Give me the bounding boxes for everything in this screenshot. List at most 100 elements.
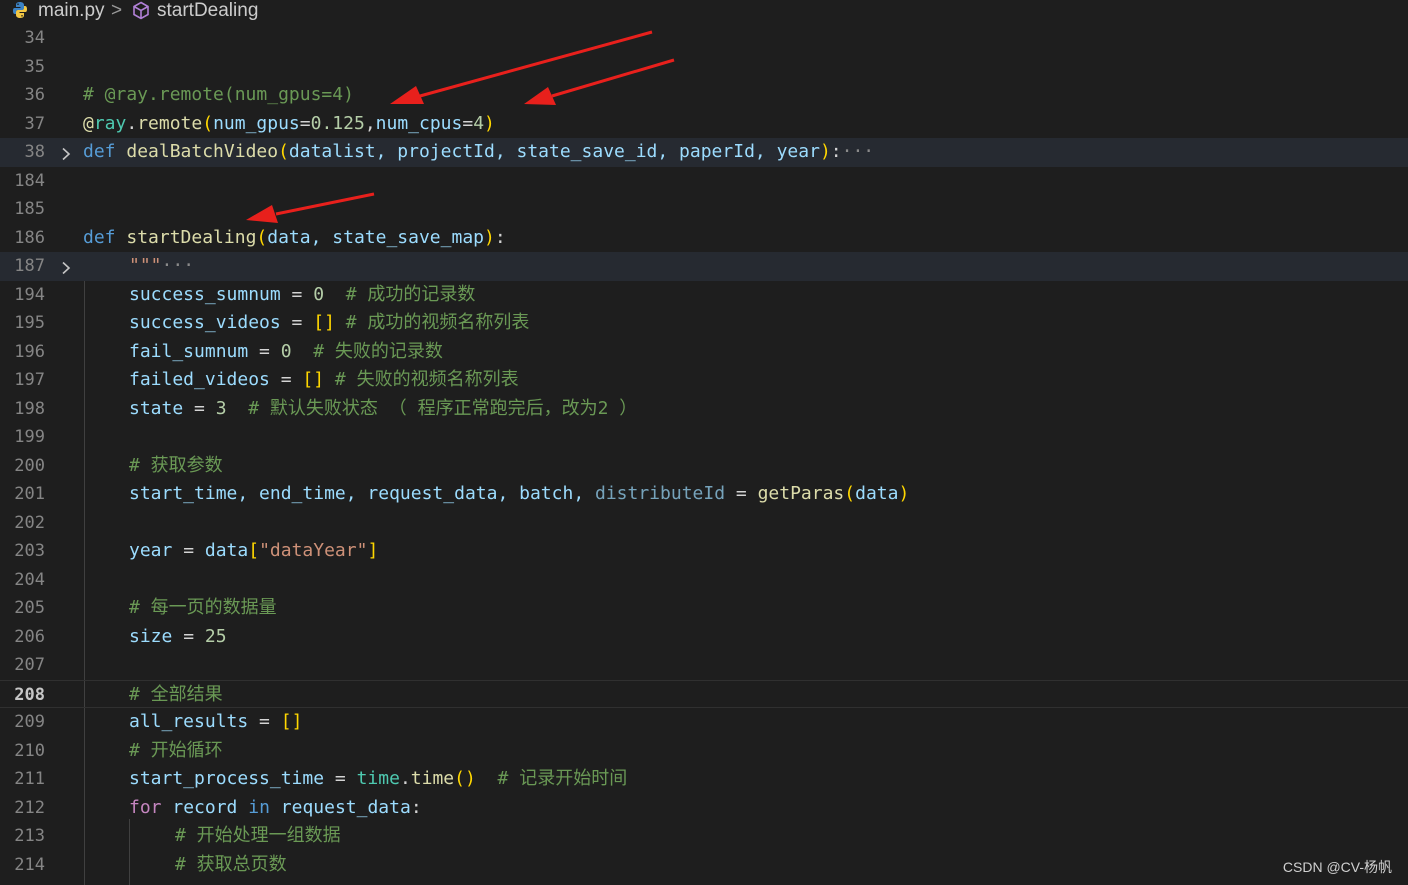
code-line: 194 success_sumnum = 0 # 成功的记录数: [0, 281, 1408, 310]
keyword: def: [83, 141, 116, 162]
breadcrumb-file[interactable]: main.py: [38, 0, 105, 23]
function-name: remote: [137, 112, 203, 134]
code-text: # 获取总页数: [175, 851, 287, 880]
bracket: ): [898, 483, 910, 504]
line-number: 214: [14, 854, 45, 875]
code-text: for record in request_data:: [129, 794, 422, 823]
code-line: 184: [0, 167, 1408, 196]
punct: :: [494, 226, 506, 248]
line-number: 209: [14, 712, 45, 732]
code-line: 186 def startDealing(data, state_save_ma…: [0, 224, 1408, 253]
current-line[interactable]: 208 # 全部结果: [0, 679, 1408, 710]
line-number: 34: [24, 28, 45, 48]
module-name: ray: [93, 112, 127, 134]
bracket: (: [256, 226, 268, 248]
code-line: 207: [0, 651, 1408, 680]
fold-chevron-icon[interactable]: [60, 146, 72, 165]
code-line: 204: [0, 566, 1408, 595]
params: data, state_save_map: [267, 226, 484, 248]
code-text: def startDealing(data, state_save_map):: [83, 224, 506, 253]
argument: data: [855, 483, 899, 504]
operator: =: [725, 483, 758, 504]
comment: # 开始循环: [129, 739, 223, 761]
code-line: 185: [0, 195, 1408, 224]
code-text: def dealBatchVideo(datalist, projectId, …: [83, 138, 874, 167]
method-cube-icon: [132, 1, 150, 26]
docstring: """: [129, 255, 162, 276]
punct: .: [399, 768, 411, 789]
code-text: """···: [129, 252, 194, 281]
folded-ellipsis[interactable]: ···: [842, 141, 875, 162]
variable: start_process_time: [129, 768, 325, 789]
comment: # 每一页的数据量: [129, 597, 277, 618]
bracket: (: [202, 112, 214, 134]
folded-ellipsis[interactable]: ···: [162, 255, 195, 276]
variable: success_sumnum: [129, 283, 281, 305]
bracket: ): [819, 141, 831, 162]
operator: =: [280, 283, 314, 305]
keyword: in: [248, 796, 270, 818]
punct: =: [462, 112, 474, 134]
line-number: 194: [14, 284, 45, 305]
line-number: 37: [24, 113, 45, 134]
line-number: 201: [14, 484, 45, 504]
line-number: 206: [14, 626, 45, 647]
function-name: time: [410, 768, 455, 789]
bracket: (: [844, 483, 856, 504]
line-number: 208: [14, 684, 45, 705]
code-text: # 全部结果: [129, 681, 223, 710]
code-line: 209 all_results = []: [0, 708, 1408, 737]
code-line: 36 # @ray.remote(num_gpus=4): [0, 81, 1408, 110]
code-line: 211 start_process_time = time.time() # 记…: [0, 765, 1408, 794]
code-text: @ray.remote(num_gpus=0.125,num_cpus=4): [83, 110, 495, 139]
line-number: 203: [14, 541, 45, 561]
variable: all_results: [129, 711, 249, 732]
code-text: # @ray.remote(num_gpus=4): [83, 81, 354, 110]
code-text: failed_videos = [] # 失败的视频名称列表: [129, 366, 519, 395]
keyword: for: [129, 796, 162, 818]
variable-list: start_time, end_time, request_data, batc…: [129, 483, 595, 504]
code-text: all_results = []: [129, 708, 302, 737]
comment: # 成功的视频名称列表: [334, 312, 530, 333]
line-number: 204: [14, 569, 45, 590]
bracket: []: [280, 711, 303, 732]
bracket: (): [454, 768, 476, 789]
breadcrumb-symbol[interactable]: startDealing: [157, 0, 258, 23]
punct: :: [830, 141, 842, 162]
code-line-folded: 187 """···: [0, 252, 1408, 281]
line-number: 199: [14, 427, 45, 447]
comment: # @ray.remote(num_gpus=4): [83, 84, 354, 105]
params: datalist, projectId, state_save_id, pape…: [288, 141, 820, 162]
code-line: 200 # 获取参数: [0, 452, 1408, 481]
punct: :: [410, 796, 422, 818]
code-text: fail_sumnum = 0 # 失败的记录数: [129, 338, 443, 367]
code-text: state = 3 # 默认失败状态 （ 程序正常跑完后，改为2 ）: [129, 395, 637, 424]
operator: =: [172, 625, 205, 647]
code-line: 213 # 开始处理一组数据: [0, 822, 1408, 851]
vscode-editor-screenshot: main.py > startDealing 34 35 36 # @ray.r…: [0, 0, 1408, 885]
code-text: # 每一页的数据量: [129, 594, 277, 623]
fold-chevron-icon[interactable]: [60, 260, 72, 279]
comment: # 默认失败状态 （ 程序正常跑完后，改为2 ）: [226, 397, 638, 419]
function-name: dealBatchVideo: [126, 141, 279, 162]
code-line: 196 fail_sumnum = 0 # 失败的记录数: [0, 338, 1408, 367]
bracket: ): [484, 112, 495, 134]
bracket: ): [484, 226, 495, 248]
operator: =: [172, 540, 205, 561]
operator: =: [248, 340, 281, 362]
code-line: 34: [0, 24, 1408, 53]
variable: fail_sumnum: [129, 340, 249, 362]
code-line: 201 start_time, end_time, request_data, …: [0, 480, 1408, 509]
code-editor[interactable]: 34 35 36 # @ray.remote(num_gpus=4) 37 @r…: [0, 24, 1408, 885]
code-text: year = data["dataYear"]: [129, 537, 378, 566]
code-line: 202: [0, 509, 1408, 538]
punct: .: [126, 112, 138, 134]
comment: # 失败的记录数: [291, 340, 443, 362]
code-text: # 开始循环: [129, 737, 223, 766]
function-name: getParas: [757, 483, 845, 504]
comment: # 获取参数: [129, 454, 223, 476]
comment: # 开始处理一组数据: [175, 825, 341, 846]
python-file-icon: [12, 1, 28, 25]
line-number: 197: [14, 370, 45, 390]
bracket: []: [313, 312, 335, 333]
